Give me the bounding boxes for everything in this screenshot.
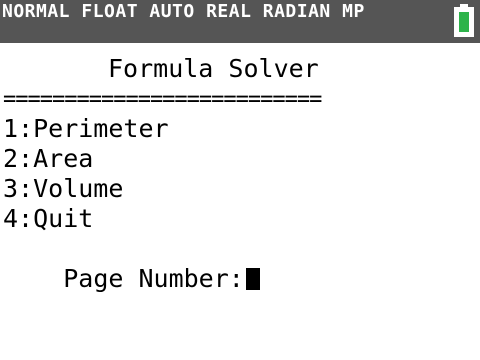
program-title: Formula Solver bbox=[108, 54, 319, 83]
calculator-screen: Formula Solver =========================… bbox=[0, 43, 480, 360]
battery-fill bbox=[459, 12, 469, 32]
mode-status-text: NORMAL FLOAT AUTO REAL RADIAN MP bbox=[2, 1, 365, 22]
menu-item-perimeter[interactable]: 1:Perimeter bbox=[3, 114, 169, 144]
battery-body bbox=[454, 7, 474, 37]
status-bar: NORMAL FLOAT AUTO REAL RADIAN MP bbox=[0, 0, 480, 43]
menu-item-volume[interactable]: 3:Volume bbox=[3, 174, 123, 204]
menu-item-quit[interactable]: 4:Quit bbox=[3, 204, 93, 234]
menu-item-area[interactable]: 2:Area bbox=[3, 144, 93, 174]
page-number-input-line[interactable]: Page Number: bbox=[3, 234, 260, 293]
text-cursor bbox=[245, 268, 260, 290]
battery-icon bbox=[454, 4, 474, 37]
title-separator: ========================== bbox=[3, 90, 322, 110]
page-number-prompt: Page Number: bbox=[63, 264, 244, 293]
